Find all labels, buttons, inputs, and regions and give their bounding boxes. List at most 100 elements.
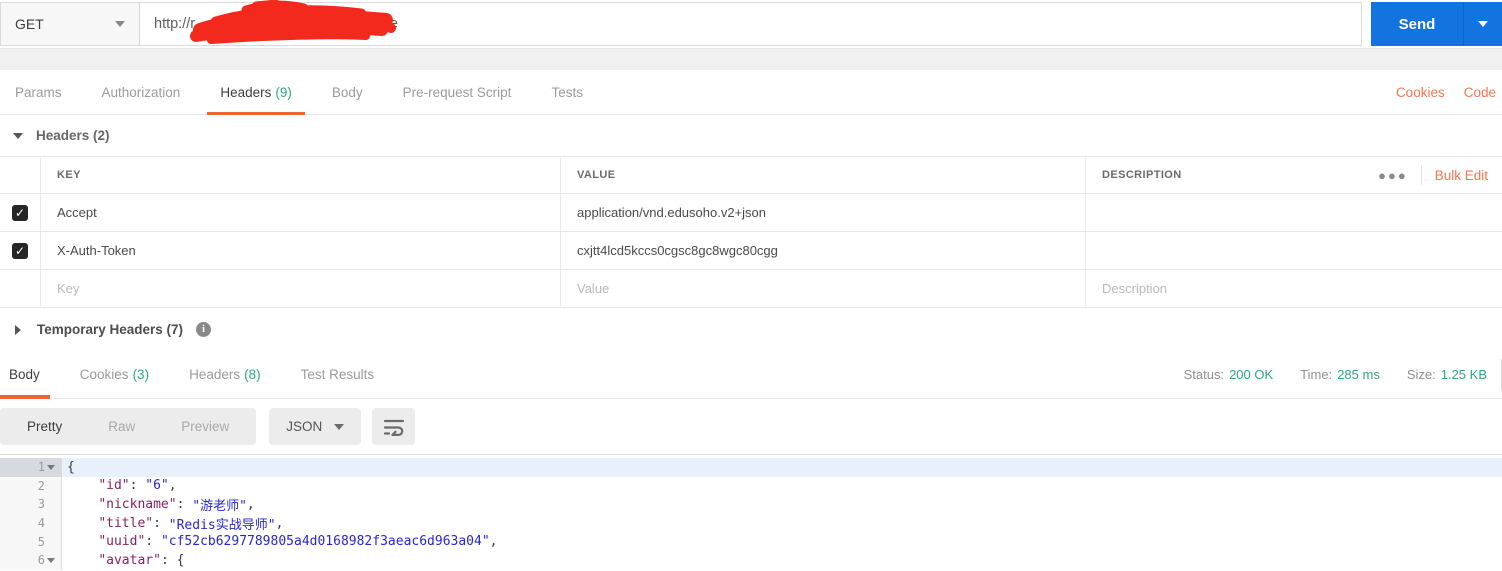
- header-key[interactable]: X-Auth-Token: [40, 232, 560, 269]
- tab-label: Params: [15, 84, 62, 100]
- headers-table-body: ✓ Accept application/vnd.edusoho.v2+json ✓ X…: [0, 194, 1502, 270]
- request-tab-pre-request-script[interactable]: Pre-request Script: [390, 70, 525, 114]
- tab-label: Headers: [220, 84, 272, 100]
- format-select[interactable]: JSON: [269, 408, 362, 445]
- request-tab-authorization[interactable]: Authorization: [89, 70, 194, 114]
- gutter-cell[interactable]: 5: [0, 532, 62, 551]
- json-punctuation: [67, 534, 98, 549]
- header-description[interactable]: [1085, 194, 1502, 231]
- chevron-down-icon: [115, 21, 125, 27]
- headers-section-header[interactable]: Headers (2): [0, 115, 1502, 156]
- response-meta: Status: 200 OK Time: 285 ms Size: 1.25 KB: [1184, 359, 1502, 390]
- code-link[interactable]: Code: [1464, 85, 1496, 100]
- tab-label: Pre-request Script: [402, 84, 512, 100]
- code-text[interactable]: "avatar": {: [62, 551, 1502, 570]
- value-column-header: VALUE: [560, 157, 1085, 193]
- code-line: 1{: [0, 458, 1502, 477]
- chevron-down-icon: [1478, 21, 1488, 27]
- json-punctuation: ,: [246, 496, 255, 512]
- send-label: Send: [1398, 15, 1436, 33]
- more-options-icon[interactable]: ●●●: [1378, 168, 1408, 183]
- size-badge: Size: 1.25 KB: [1407, 367, 1487, 382]
- request-tab-headers[interactable]: Headers (9): [207, 70, 305, 115]
- code-line: 5 "uuid": "cf52cb6297789805a4d0168982f3a…: [0, 532, 1502, 551]
- response-tab-cookies[interactable]: Cookies (3): [64, 351, 165, 398]
- header-row-accept: ✓ Accept application/vnd.edusoho.v2+json: [0, 194, 1502, 232]
- status-badge: Status: 200 OK: [1184, 367, 1274, 382]
- request-tab-body[interactable]: Body: [319, 70, 376, 114]
- gutter-cell[interactable]: 1: [0, 458, 62, 477]
- checkbox-checked[interactable]: ✓: [12, 242, 28, 259]
- url-input[interactable]: http://r s/api/me: [140, 0, 1362, 46]
- wrap-text-icon: [383, 419, 404, 436]
- checkbox-column-header: [0, 157, 40, 193]
- header-value[interactable]: cxjtt4lcd5kccs0cgsc8gc8wgc80cgg: [560, 232, 1085, 269]
- checkbox-cell: ✓: [0, 232, 40, 269]
- line-number: 3: [37, 497, 45, 512]
- response-tab-test-results[interactable]: Test Results: [285, 351, 391, 398]
- code-text[interactable]: "title": "Redis实战导师",: [62, 514, 1502, 533]
- collapse-triangle-icon: [13, 132, 23, 139]
- tab-count: (3): [132, 367, 150, 382]
- send-button[interactable]: Send: [1371, 2, 1463, 46]
- tab-label: Body: [9, 367, 40, 382]
- time-label: Time:: [1300, 367, 1333, 382]
- response-tab-headers[interactable]: Headers (8): [173, 351, 277, 398]
- header-description[interactable]: [1085, 232, 1502, 269]
- method-select[interactable]: GET: [0, 2, 140, 46]
- code-line: 4 "title": "Redis实战导师",: [0, 513, 1502, 533]
- wrap-text-button[interactable]: [372, 408, 416, 445]
- send-options-button[interactable]: [1463, 2, 1502, 46]
- view-mode-raw[interactable]: Raw: [85, 419, 158, 434]
- fold-toggle[interactable]: [45, 464, 57, 470]
- request-links: Cookies Code: [1396, 70, 1502, 114]
- fold-toggle[interactable]: [45, 557, 57, 563]
- json-punctuation: [67, 553, 98, 568]
- key-input[interactable]: Key: [40, 270, 560, 307]
- header-row-x-auth-token: ✓ X-Auth-Token cxjtt4lcd5kccs0cgsc8gc8wgc8…: [0, 232, 1502, 270]
- json-key: "title": [98, 515, 154, 531]
- gutter-cell[interactable]: 3: [0, 495, 62, 514]
- json-punctuation: :: [176, 496, 193, 512]
- time-value: 285 ms: [1337, 367, 1380, 382]
- json-key: "nickname": [98, 496, 177, 512]
- size-value: 1.25 KB: [1440, 367, 1487, 382]
- code-text[interactable]: "nickname": "游老师",: [62, 495, 1502, 514]
- send-split-button: Send: [1371, 2, 1502, 46]
- view-mode-preview[interactable]: Preview: [158, 419, 252, 434]
- checkbox-checked[interactable]: ✓: [12, 204, 28, 221]
- status-label: Status:: [1183, 367, 1225, 382]
- json-string: "cf52cb6297789805a4d0168982f3aeac6d963a0…: [160, 534, 490, 550]
- tab-label: Authorization: [101, 84, 181, 100]
- json-punctuation: [67, 497, 98, 512]
- code-text[interactable]: {: [62, 458, 1502, 477]
- json-punctuation: {: [176, 552, 185, 568]
- method-label: GET: [15, 16, 44, 32]
- request-tab-tests[interactable]: Tests: [538, 70, 596, 114]
- response-body-editor[interactable]: 1{2 "id": "6", 3 "nickname": "游老师", 4 "tit…: [0, 454, 1502, 571]
- size-label: Size:: [1406, 367, 1436, 382]
- code-text[interactable]: "uuid": "cf52cb6297789805a4d0168982f3aea…: [62, 532, 1502, 551]
- checkbox-cell: [0, 270, 40, 307]
- url-prefix: http://r: [154, 16, 196, 32]
- headers-table-header: KEY VALUE DESCRIPTION ●●● Bulk Edit: [0, 157, 1502, 194]
- headers-section-title: Headers (2): [36, 128, 110, 143]
- bulk-edit-link[interactable]: Bulk Edit: [1435, 168, 1488, 183]
- gutter-cell[interactable]: 4: [0, 513, 62, 533]
- header-value[interactable]: application/vnd.edusoho.v2+json: [560, 194, 1085, 231]
- gutter-cell[interactable]: 2: [0, 476, 62, 496]
- code-text[interactable]: "id": "6",: [62, 477, 1502, 496]
- json-punctuation: ,: [275, 515, 284, 531]
- response-tab-body[interactable]: Body: [0, 351, 56, 399]
- info-icon[interactable]: i: [196, 322, 212, 337]
- code-line: 2 "id": "6",: [0, 476, 1502, 496]
- view-mode-pretty[interactable]: Pretty: [4, 419, 85, 434]
- temporary-headers-header[interactable]: Temporary Headers (7) i: [0, 308, 1502, 351]
- cookies-link[interactable]: Cookies: [1396, 85, 1445, 100]
- header-key[interactable]: Accept: [40, 194, 560, 231]
- spacer-strip: [0, 48, 1502, 70]
- value-input[interactable]: Value: [560, 270, 1085, 307]
- gutter-cell[interactable]: 6: [0, 550, 62, 570]
- request-tab-params[interactable]: Params: [2, 70, 75, 114]
- description-input[interactable]: Description: [1085, 270, 1502, 307]
